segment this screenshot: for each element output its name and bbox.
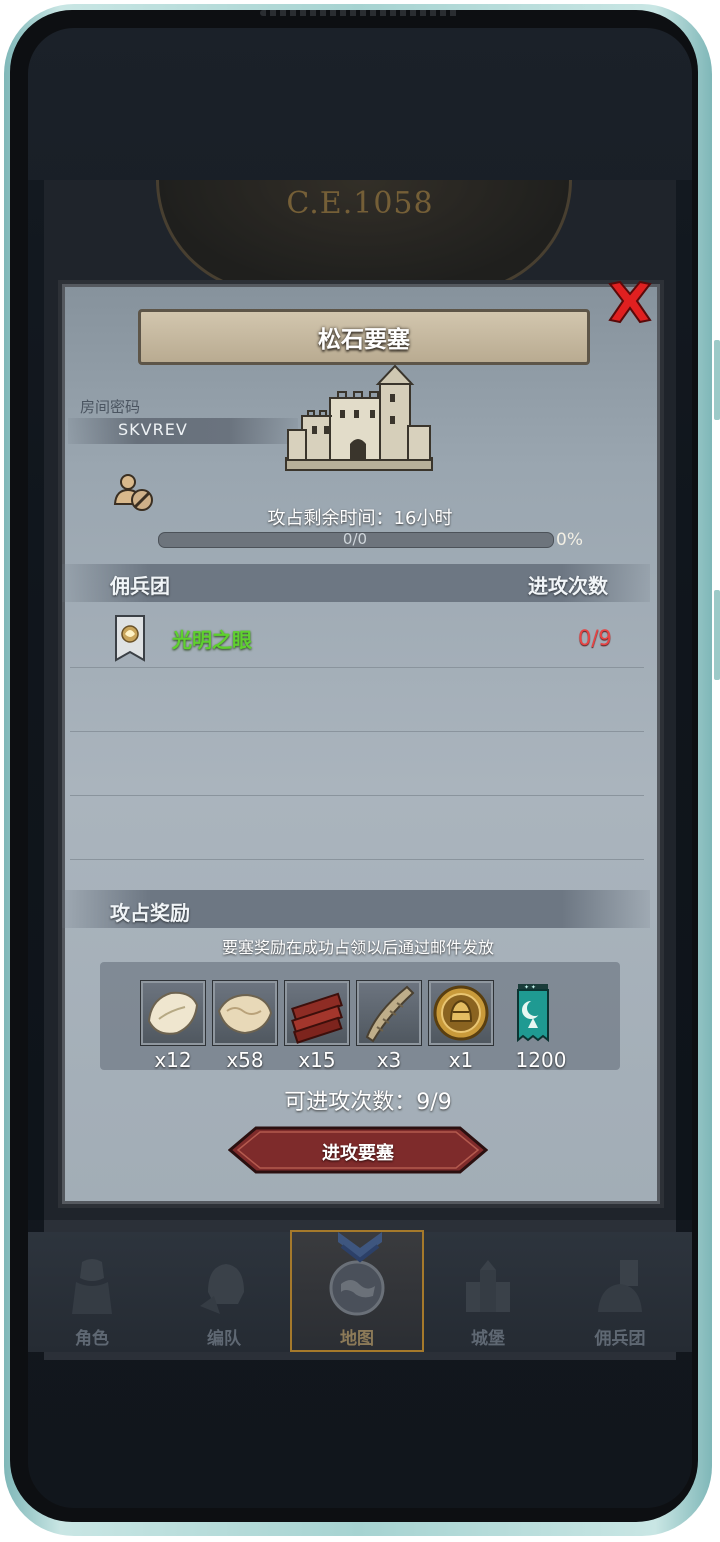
reward-item[interactable] xyxy=(356,980,422,1046)
nav-item-mercenary[interactable]: 佣兵团 xyxy=(560,1240,680,1349)
nav-label-role: 角色 xyxy=(75,1329,109,1349)
row-divider xyxy=(70,667,644,668)
row-divider xyxy=(70,859,644,860)
room-code-value: SKVREV xyxy=(118,420,188,439)
reward-header: 攻占奖励 xyxy=(110,901,190,925)
reward-item[interactable] xyxy=(428,980,494,1046)
reward-qty: x3 xyxy=(376,1048,402,1072)
horn-icon xyxy=(365,985,415,1043)
mercenary-icon xyxy=(598,1260,642,1312)
nav-label-mercenary: 佣兵团 xyxy=(594,1329,646,1349)
wool-hide-icon xyxy=(217,993,273,1035)
reward-qty: x1 xyxy=(448,1048,474,1072)
chevron-down-icon xyxy=(338,1232,382,1263)
reward-item[interactable] xyxy=(212,980,278,1046)
nav-item-castle[interactable]: 城堡 xyxy=(428,1240,548,1349)
fortress-castle-icon xyxy=(285,364,433,471)
reward-qty: x15 xyxy=(298,1048,336,1072)
mercenary-attacks: 0/9 xyxy=(578,626,612,650)
helmet-icon xyxy=(200,1264,244,1314)
reward-qty: x12 xyxy=(154,1048,192,1072)
guild-banner-icon: ✦ ✦ xyxy=(517,984,549,1043)
svg-text:✦ ✦: ✦ ✦ xyxy=(524,984,536,991)
attacks-header: 进攻次数 xyxy=(528,574,608,598)
timber-icon xyxy=(291,992,343,1044)
reward-item[interactable] xyxy=(284,980,350,1046)
nav-label-map: 地图 xyxy=(340,1329,374,1349)
close-icon xyxy=(608,280,652,324)
gold-helmet-medal-icon xyxy=(433,985,489,1041)
side-button xyxy=(714,340,720,420)
close-button[interactable] xyxy=(606,278,654,326)
dialog-title: 松石要塞 xyxy=(318,327,410,353)
guild-banner-icon xyxy=(115,615,145,662)
nav-label-team: 编队 xyxy=(207,1329,241,1349)
attack-button-label: 进攻要塞 xyxy=(322,1143,394,1164)
remaining-attacks: 可进攻次数：9/9 xyxy=(284,1090,452,1115)
mercenary-name[interactable]: 光明之眼 xyxy=(172,624,252,653)
reward-qty: 1200 xyxy=(515,1048,567,1072)
speaker-grille xyxy=(260,10,460,16)
nav-label-castle: 城堡 xyxy=(471,1329,505,1349)
occupy-progress-percent: 0% xyxy=(556,530,583,550)
room-code-label: 房间密码 xyxy=(80,398,141,416)
reward-qty: x58 xyxy=(226,1048,264,1072)
reward-item[interactable]: ✦ ✦ xyxy=(500,980,566,1044)
occupy-progress-text: 0/0 xyxy=(342,530,368,548)
fur-pelt-icon xyxy=(147,991,199,1035)
row-divider xyxy=(70,795,644,796)
nav-item-role[interactable]: 角色 xyxy=(32,1240,152,1349)
nav-item-team[interactable]: 编队 xyxy=(164,1240,284,1349)
reward-item[interactable] xyxy=(140,980,206,1046)
side-button xyxy=(714,590,720,680)
row-divider xyxy=(70,731,644,732)
castle-nav-icon xyxy=(466,1260,510,1312)
knight-icon xyxy=(72,1259,112,1314)
occupy-time-remaining: 攻占剩余时间：16小时 xyxy=(267,508,453,529)
attack-fortress-button[interactable]: 进攻要塞 xyxy=(228,1126,488,1174)
mercenary-header: 佣兵团 xyxy=(110,574,170,598)
title-banner: 松石要塞 xyxy=(138,309,590,365)
reward-note: 要塞奖励在成功占领以后通过邮件发放 xyxy=(221,938,494,957)
